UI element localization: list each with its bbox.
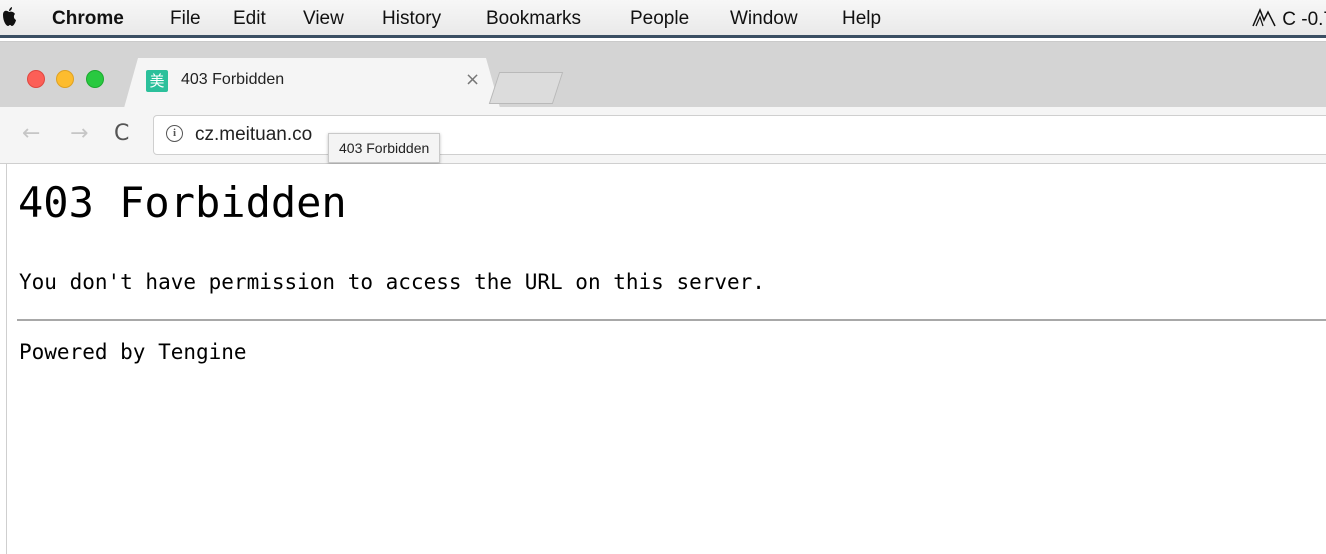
tab-strip: 美 403 Forbidden ×: [0, 41, 1326, 108]
close-window-button[interactable]: [27, 70, 45, 88]
url-text[interactable]: cz.meituan.co: [195, 124, 312, 146]
page-heading: 403 Forbidden: [18, 178, 347, 227]
tab-tooltip: 403 Forbidden: [328, 133, 441, 163]
menu-history[interactable]: History: [382, 8, 441, 30]
menu-app-name[interactable]: Chrome: [52, 8, 124, 30]
menu-bookmarks[interactable]: Bookmarks: [486, 8, 581, 30]
menu-view[interactable]: View: [303, 8, 344, 30]
menu-edit[interactable]: Edit: [233, 8, 266, 30]
tab-title: 403 Forbidden: [181, 71, 285, 88]
menu-help[interactable]: Help: [842, 8, 881, 30]
apple-icon[interactable]: [2, 6, 16, 28]
wave-icon[interactable]: [1251, 8, 1277, 28]
tab-active[interactable]: 美 403 Forbidden ×: [124, 58, 500, 108]
status-readout: C -0.7: [1282, 9, 1326, 30]
back-arrow-icon[interactable]: ←: [22, 121, 40, 146]
forward-arrow-icon[interactable]: →: [70, 121, 88, 146]
minimize-window-button[interactable]: [56, 70, 74, 88]
menu-file[interactable]: File: [170, 8, 201, 30]
info-icon[interactable]: i: [166, 125, 183, 142]
reload-icon[interactable]: C: [114, 121, 129, 146]
server-footer: Powered by Tengine: [19, 340, 247, 364]
new-tab-button[interactable]: [488, 72, 564, 104]
menu-people[interactable]: People: [630, 8, 689, 30]
menu-bar: Chrome File Edit View History Bookmarks …: [0, 0, 1326, 38]
page-content: 403 Forbidden You don't have permission …: [6, 164, 1326, 554]
meituan-favicon-icon: 美: [146, 70, 168, 92]
browser-toolbar: ← → C i cz.meituan.co: [0, 107, 1326, 164]
menu-window[interactable]: Window: [730, 8, 798, 30]
zoom-window-button[interactable]: [86, 70, 104, 88]
divider: [17, 319, 1326, 321]
tab-close-icon[interactable]: ×: [465, 69, 480, 90]
error-message: You don't have permission to access the …: [19, 270, 765, 294]
menubar-status[interactable]: C -0.7: [1251, 8, 1326, 31]
